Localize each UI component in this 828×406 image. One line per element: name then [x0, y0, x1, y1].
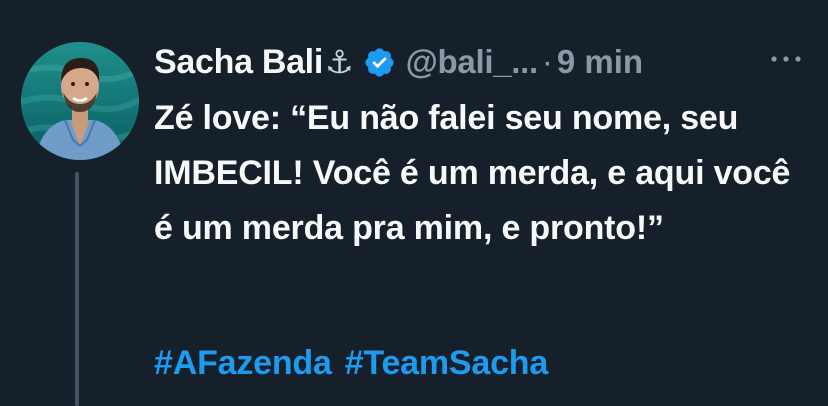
tweet[interactable]: Sacha Bali ⚓ @bali_... · 9 min Zé love: … [0, 0, 828, 406]
avatar-image [21, 42, 139, 160]
hashtags: #AFazenda #TeamSacha [154, 344, 548, 383]
verified-badge-icon [363, 46, 396, 79]
thread-line [75, 172, 79, 406]
avatar[interactable] [21, 42, 139, 160]
anchor-emoji: ⚓ [324, 44, 354, 80]
hashtag-afazenda[interactable]: #AFazenda [154, 344, 332, 383]
timestamp[interactable]: 9 min [557, 43, 643, 81]
hashtag-teamsacha[interactable]: #TeamSacha [345, 344, 549, 383]
author-handle[interactable]: @bali_... [406, 43, 538, 81]
tweet-header: Sacha Bali ⚓ @bali_... · 9 min [154, 40, 643, 84]
separator-dot: · [541, 43, 553, 80]
more-options-icon[interactable] [766, 44, 806, 74]
tweet-text: Zé love: “Eu não falei seu nome, seu IMB… [154, 99, 791, 247]
author-name[interactable]: Sacha Bali [154, 43, 323, 82]
